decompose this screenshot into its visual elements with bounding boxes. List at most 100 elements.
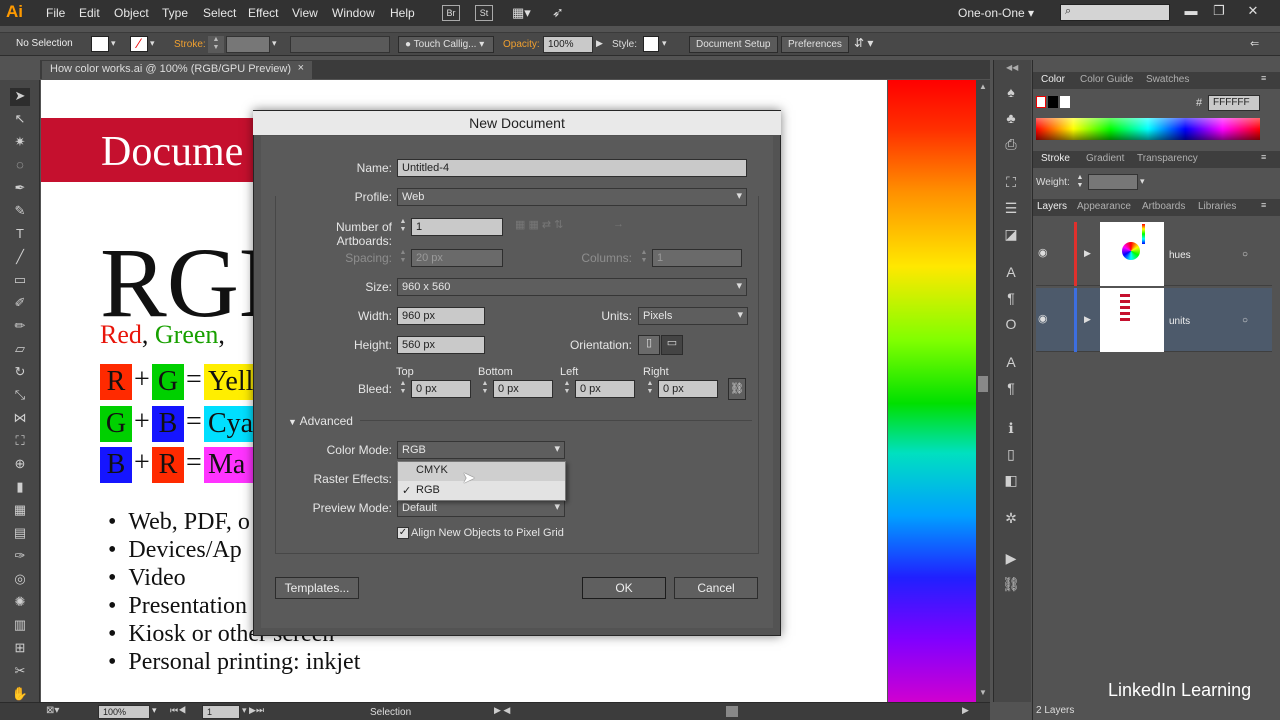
- eraser-tool-icon[interactable]: ▱: [10, 341, 30, 359]
- align-icon[interactable]: ☰: [1000, 200, 1022, 220]
- rotate-tool-icon[interactable]: ↻: [10, 364, 30, 382]
- bleed-left-input[interactable]: 0 px: [575, 380, 635, 398]
- expand-layer-icon[interactable]: ▶: [1084, 314, 1091, 325]
- vertical-scroll-thumb[interactable]: [978, 376, 988, 392]
- menu-type[interactable]: Type: [162, 6, 188, 20]
- scale-tool-icon[interactable]: ⤡: [10, 387, 30, 405]
- tab-layers[interactable]: Layers: [1037, 201, 1067, 212]
- arrange-documents-icon[interactable]: ▦▾: [512, 5, 531, 21]
- menu-help[interactable]: Help: [390, 6, 415, 20]
- brush-definition[interactable]: ● Touch Callig... ▾: [398, 36, 494, 53]
- name-input[interactable]: Untitled-4: [397, 159, 747, 177]
- bleed-top-stepper[interactable]: ▲ ▼: [397, 380, 409, 398]
- preview-mode-select[interactable]: Default: [397, 499, 565, 517]
- blend-tool-icon[interactable]: ◎: [10, 571, 30, 589]
- pencil-tool-icon[interactable]: ✏: [10, 318, 30, 336]
- graphic-styles-icon[interactable]: ◧: [1000, 472, 1022, 492]
- document-setup-button[interactable]: Document Setup: [689, 36, 778, 53]
- visibility-eye-icon[interactable]: ◉: [1038, 312, 1048, 325]
- opacity-label[interactable]: Opacity:: [503, 39, 540, 50]
- tab-appearance[interactable]: Appearance: [1077, 201, 1131, 212]
- artboards-input[interactable]: 1: [411, 218, 503, 236]
- stock-button[interactable]: St: [475, 5, 493, 21]
- menu-edit[interactable]: Edit: [79, 6, 100, 20]
- free-transform-tool-icon[interactable]: ⛶: [10, 433, 30, 451]
- tab-transparency[interactable]: Transparency: [1137, 153, 1198, 164]
- dropdown-option-cmyk[interactable]: CMYK: [398, 462, 565, 481]
- layer-row[interactable]: ◉ ▶ units ○: [1036, 288, 1272, 352]
- stroke-label[interactable]: Stroke:: [174, 39, 206, 50]
- document-tab[interactable]: How color works.ai @ 100% (RGB/GPU Previ…: [42, 61, 312, 79]
- selection-tool-icon[interactable]: ➤: [10, 88, 30, 106]
- bleed-right-stepper[interactable]: ▲ ▼: [644, 380, 656, 398]
- weight-stepper[interactable]: ▲ ▼: [1074, 174, 1086, 190]
- restore-button[interactable]: ❐: [1210, 3, 1228, 19]
- opentype-icon[interactable]: O: [1000, 316, 1022, 336]
- menu-view[interactable]: View: [292, 6, 318, 20]
- paragraph-icon[interactable]: ¶: [1000, 290, 1022, 310]
- arrange-icon[interactable]: ⇵ ▾: [854, 36, 873, 50]
- dropdown-option-rgb[interactable]: ✓ RGB: [398, 482, 565, 501]
- menu-effect[interactable]: Effect: [248, 6, 278, 20]
- lasso-tool-icon[interactable]: ◌: [10, 157, 30, 175]
- links-icon[interactable]: ⛓: [1000, 576, 1022, 596]
- menu-object[interactable]: Object: [114, 6, 149, 20]
- height-input[interactable]: 560 px: [397, 336, 485, 354]
- character-icon[interactable]: A: [1000, 264, 1022, 284]
- white-swatch[interactable]: [1060, 96, 1070, 108]
- black-swatch[interactable]: [1048, 96, 1058, 108]
- width-input[interactable]: 960 px: [397, 307, 485, 325]
- landscape-orientation-icon[interactable]: ▭: [661, 335, 683, 355]
- target-circle-icon[interactable]: ○: [1242, 249, 1248, 260]
- collapse-dock-icon[interactable]: ◀◀: [1006, 63, 1018, 72]
- bleed-top-input[interactable]: 0 px: [411, 380, 471, 398]
- pathfinder-icon[interactable]: ◪: [1000, 226, 1022, 246]
- direct-selection-tool-icon[interactable]: ↖: [10, 111, 30, 129]
- fill-swatch[interactable]: [91, 36, 109, 52]
- info-icon[interactable]: ℹ: [1000, 420, 1022, 440]
- line-tool-icon[interactable]: ╱: [10, 249, 30, 267]
- bleed-left-stepper[interactable]: ▲ ▼: [561, 380, 573, 398]
- menu-file[interactable]: File: [46, 6, 65, 20]
- paintbrush-tool-icon[interactable]: ✐: [10, 295, 30, 313]
- width-tool-icon[interactable]: ⋈: [10, 410, 30, 428]
- size-select[interactable]: 960 x 560: [397, 278, 747, 296]
- align-pixel-grid-checkbox[interactable]: ✓: [397, 527, 409, 539]
- weight-input[interactable]: [1088, 174, 1138, 190]
- bridge-button[interactable]: Br: [442, 5, 460, 21]
- layer-row[interactable]: ◉ ▶ hues ○: [1036, 222, 1272, 286]
- tab-color-guide[interactable]: Color Guide: [1080, 74, 1133, 85]
- shape-builder-tool-icon[interactable]: ⊕: [10, 456, 30, 474]
- style-dropdown-icon[interactable]: ▾: [662, 38, 667, 49]
- graph-tool-icon[interactable]: ▮: [10, 479, 30, 497]
- type-tool-icon[interactable]: T: [10, 226, 30, 244]
- export-icon[interactable]: ⎙: [1000, 136, 1022, 156]
- stroke-panel-menu-icon[interactable]: ≡: [1261, 152, 1266, 162]
- magic-wand-tool-icon[interactable]: ✷: [10, 134, 30, 152]
- hex-input[interactable]: FFFFFF: [1208, 95, 1260, 111]
- symbol-sprayer-tool-icon[interactable]: ✺: [10, 594, 30, 612]
- layer-name[interactable]: hues: [1169, 250, 1191, 261]
- bleed-bottom-input[interactable]: 0 px: [493, 380, 553, 398]
- graphic-style-swatch[interactable]: [643, 36, 659, 52]
- weight-dropdown-icon[interactable]: ▾: [1140, 176, 1145, 187]
- color-mode-select[interactable]: RGB: [397, 441, 565, 459]
- asset-export-icon[interactable]: ✲: [1000, 510, 1022, 530]
- close-tab-icon[interactable]: ×: [298, 62, 304, 74]
- rectangle-tool-icon[interactable]: ▭: [10, 272, 30, 290]
- stroke-swatch[interactable]: ⁄: [130, 36, 148, 52]
- color-spectrum-ramp[interactable]: [1036, 118, 1260, 140]
- none-swatch-icon[interactable]: [1036, 96, 1046, 108]
- close-window-button[interactable]: ✕: [1244, 3, 1262, 19]
- tab-swatches[interactable]: Swatches: [1146, 74, 1189, 85]
- artboard-nav-icon[interactable]: ⊠▾: [46, 705, 59, 716]
- column-graph-tool-icon[interactable]: ▥: [10, 617, 30, 635]
- workspace-switcher[interactable]: One-on-One ▾: [958, 6, 1034, 20]
- opacity-input[interactable]: 100%: [543, 36, 593, 53]
- scroll-right-icon[interactable]: ▶: [962, 705, 969, 716]
- tab-stroke[interactable]: Stroke: [1041, 153, 1070, 164]
- actions-icon[interactable]: ▶: [1000, 550, 1022, 570]
- pen-tool-icon[interactable]: ✒: [10, 180, 30, 198]
- visibility-eye-icon[interactable]: ◉: [1038, 246, 1048, 259]
- eyedropper-tool-icon[interactable]: ✑: [10, 548, 30, 566]
